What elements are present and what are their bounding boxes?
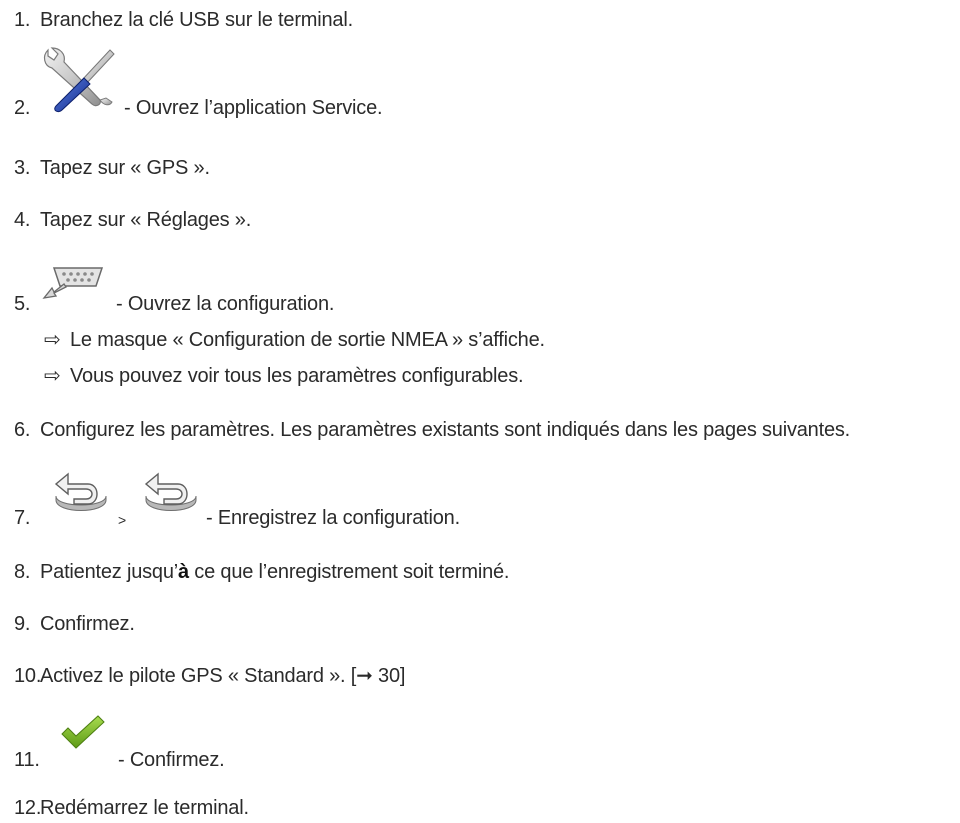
result-1: ⇨ Le masque « Configuration de sortie NME… <box>44 328 545 352</box>
step-text-bold: à <box>178 561 189 583</box>
serial-port-config-icon <box>40 262 106 308</box>
step-text: Tapez sur « Réglages ». <box>40 209 252 231</box>
step-text-before: Patientez jusqu’ <box>40 561 179 583</box>
step-number: 2. <box>14 97 31 119</box>
step-text-after: ce que l’enregistrement soit terminé. <box>188 561 510 583</box>
step-number: 8. <box>14 561 31 583</box>
step-number: 7. <box>14 507 31 529</box>
result-2: ⇨ Vous pouvez voir tous les paramètres co… <box>44 364 524 388</box>
step-text: Redémarrez le terminal. <box>40 797 249 819</box>
step-number: 5. <box>14 293 31 315</box>
step-number: 11. <box>14 749 40 771</box>
step-number: 1. <box>14 9 31 31</box>
step-1: 1. Branchez la clé USB sur le terminal. <box>14 8 353 32</box>
step-9: 9. Confirmez. <box>14 612 135 636</box>
step-2: 2. <box>14 96 40 120</box>
result-arrow-icon: ⇨ <box>44 365 61 387</box>
step-number: 3. <box>14 157 31 179</box>
step-11: 11. <box>14 748 40 772</box>
back-arrow-icon <box>142 470 200 522</box>
step-number: 9. <box>14 613 31 635</box>
step-12: 12.Redémarrez le terminal. <box>14 796 249 820</box>
step-3: 3. Tapez sur « GPS ». <box>14 156 210 180</box>
step-10: 10.Activez le pilote GPS « Standard ». [… <box>14 664 405 688</box>
step-text: Configurez les paramètres. Les paramètre… <box>40 419 851 441</box>
step-8: 8. Patientez jusqu’à ce que l’enregistrem… <box>14 560 509 584</box>
result-arrow-icon: ⇨ <box>44 329 61 351</box>
step-5-text: - Ouvrez la configuration. <box>116 293 335 315</box>
step-5: 5. <box>14 292 40 316</box>
step-number: 10. <box>14 665 42 687</box>
step-4: 4. Tapez sur « Réglages ». <box>14 208 251 232</box>
result-text: Le masque « Configuration de sortie NMEA… <box>70 329 545 351</box>
checkmark-icon <box>60 714 106 758</box>
step-number: 12. <box>14 797 42 819</box>
step-7-text: - Enregistrez la configuration. <box>206 507 460 529</box>
step-2-text: - Ouvrez l’application Service. <box>124 97 383 119</box>
result-text: Vous pouvez voir tous les paramètres con… <box>70 365 524 387</box>
step-number: 6. <box>14 419 31 441</box>
step-number: 4. <box>14 209 31 231</box>
step-text: Confirmez. <box>40 613 135 635</box>
service-wrench-screwdriver-icon <box>40 44 120 122</box>
step-11-text: - Confirmez. <box>118 749 225 771</box>
step-text: Branchez la clé USB sur le terminal. <box>40 9 353 31</box>
back-arrow-icon <box>52 470 110 522</box>
step-6: 6. Configurez les paramètres. Les paramèt… <box>14 418 850 442</box>
step-7: 7. <box>14 506 40 530</box>
step-text: Activez le pilote GPS « Standard ». [➞ 3… <box>40 665 406 687</box>
separator-gt: > <box>118 512 127 528</box>
step-text: Tapez sur « GPS ». <box>40 157 210 179</box>
instruction-document: 1. Branchez la clé USB sur le terminal. <box>0 0 960 823</box>
